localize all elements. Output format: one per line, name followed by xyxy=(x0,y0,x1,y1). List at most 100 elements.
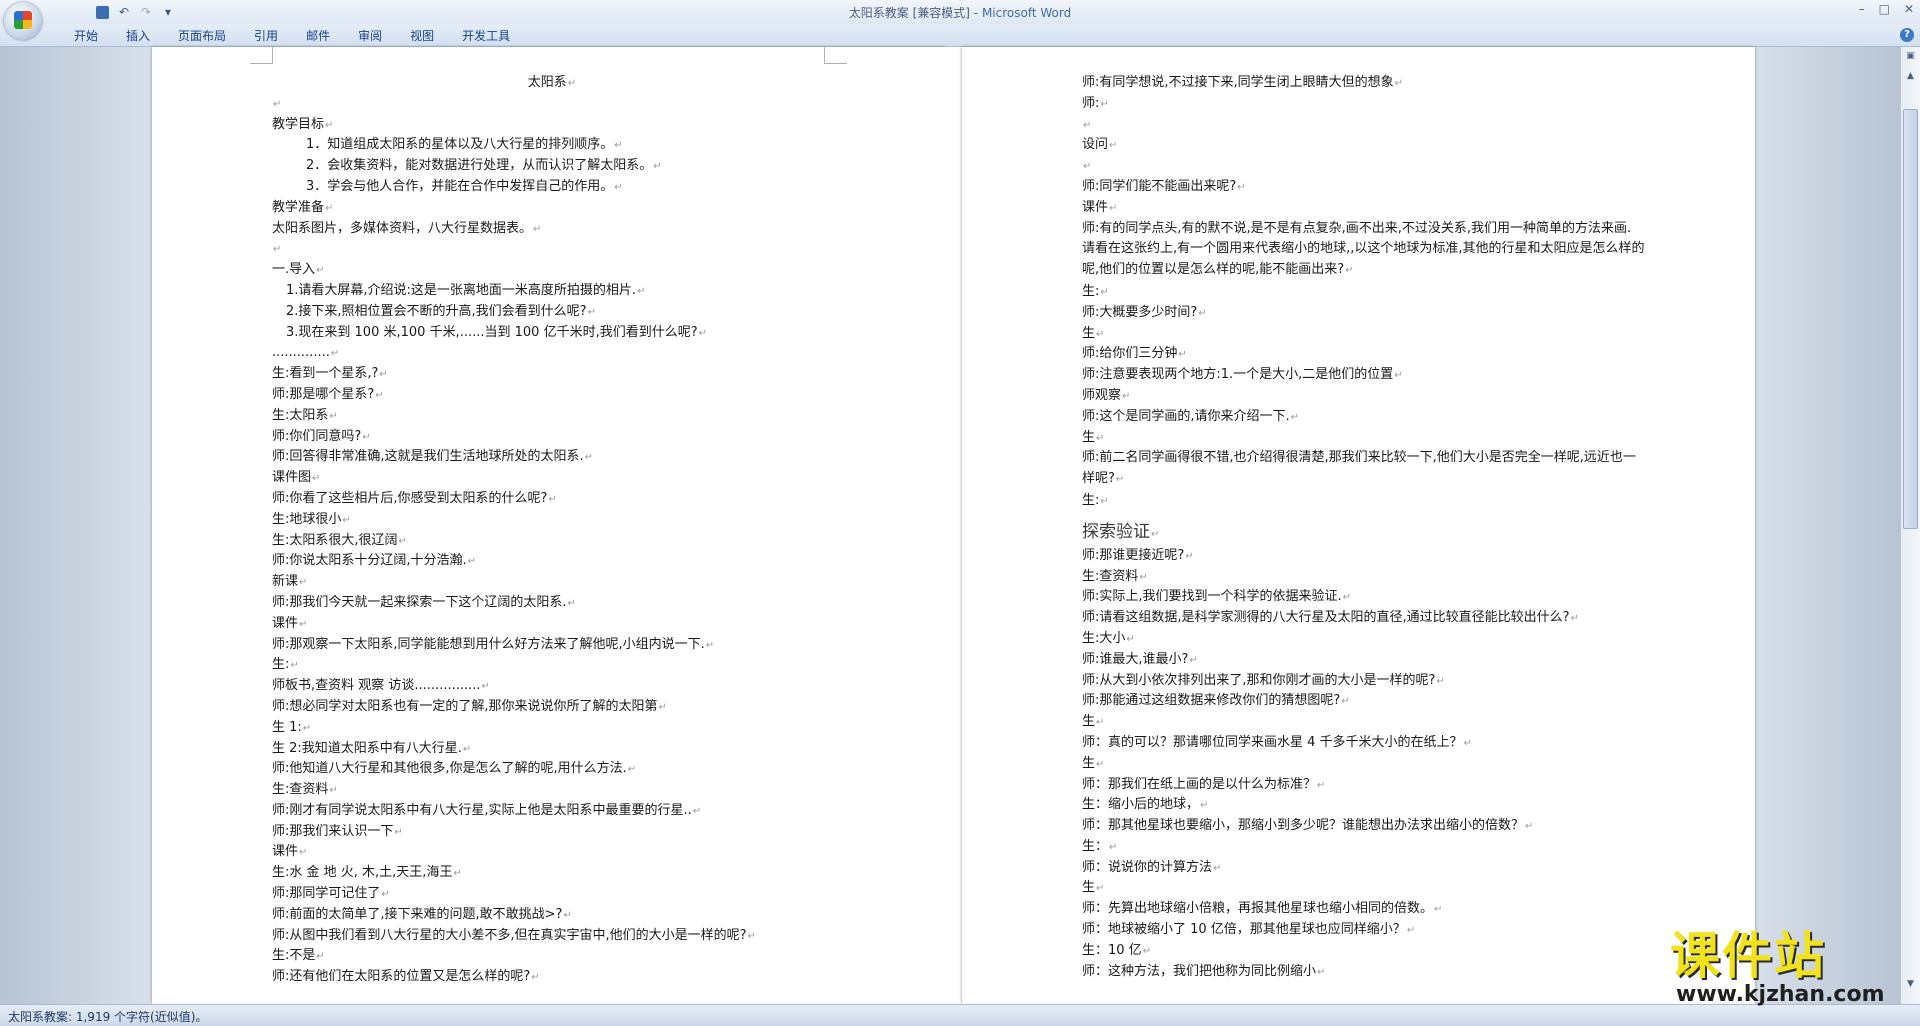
paragraph[interactable]: 师：那其他星球也要缩小，那缩小到多少呢？谁能想出办法求出缩小的倍数？↵ xyxy=(1082,816,1647,837)
paragraph[interactable]: 师：说说你的计算方法↵ xyxy=(1082,858,1647,879)
paragraph[interactable]: 师:他知道八大行星和其他很多,你是怎么了解的呢,用什么方法.↵ xyxy=(272,759,832,780)
paragraph[interactable]: 师：那我们在纸上画的是以什么为标准？↵ xyxy=(1082,775,1647,796)
paragraph[interactable]: 生:↵ xyxy=(272,655,832,676)
paragraph[interactable]: 2．会收集资料，能对数据进行处理，从而认识了解太阳系。↵ xyxy=(272,156,832,177)
paragraph[interactable]: 师:前面的太简单了,接下来难的问题,敢不敢挑战>?↵ xyxy=(272,905,832,926)
paragraph[interactable]: 生:↵ xyxy=(1082,282,1647,303)
paragraph[interactable]: 师:你说太阳系十分辽阔,十分浩瀚.↵ xyxy=(272,551,832,572)
paragraph[interactable]: 师:回答得非常准确,这就是我们生活地球所处的太阳系.↵ xyxy=(272,447,832,468)
paragraph[interactable]: 生↵ xyxy=(1082,712,1647,733)
paragraph[interactable]: 课件图↵ xyxy=(272,468,832,489)
paragraph[interactable]: 教学准备↵ xyxy=(272,198,832,219)
paragraph[interactable]: 师:你看了这些相片后,你感受到太阳系的什么呢?↵ xyxy=(272,489,832,510)
paragraph[interactable]: 一.导入↵ xyxy=(272,260,832,281)
tab-6[interactable]: 视图 xyxy=(396,28,448,44)
paragraph[interactable]: 生:地球很小↵ xyxy=(272,510,832,531)
paragraph[interactable]: 太阳系↵ xyxy=(272,73,832,94)
paragraph[interactable]: 师:有同学想说,不过接下来,同学生闭上眼睛大但的想象↵ xyxy=(1082,73,1647,94)
paragraph[interactable]: 师:那能通过这组数据来修改你们的猜想图呢?↵ xyxy=(1082,691,1647,712)
paragraph[interactable]: 课件↵ xyxy=(272,842,832,863)
tab-0[interactable]: 开始 xyxy=(60,28,112,44)
paragraph[interactable]: 师:那同学可记住了↵ xyxy=(272,884,832,905)
tab-4[interactable]: 邮件 xyxy=(292,28,344,44)
paragraph[interactable]: 生：缩小后的地球，↵ xyxy=(1082,795,1647,816)
paragraph[interactable]: 生:↵ xyxy=(1082,491,1647,512)
vertical-scrollbar[interactable]: ▣ ▲ ▼ xyxy=(1900,47,1920,1004)
page-1-text[interactable]: 太阳系↵ ↵ 教学目标↵ 1．知道组成太阳系的星体以及八大行星的排列顺序。↵ 2．会收集… xyxy=(272,73,832,988)
paragraph[interactable]: 师:↵ xyxy=(1082,94,1647,115)
paragraph[interactable]: 生:太阳系很大,很辽阔↵ xyxy=(272,531,832,552)
paragraph[interactable]: ↵ xyxy=(1082,156,1647,177)
paragraph[interactable]: 生↵ xyxy=(1082,754,1647,775)
close-button[interactable]: ✕ xyxy=(1904,2,1914,16)
paragraph[interactable]: 师:那观察一下太阳系,同学能能想到用什么好方法来了解他呢,小组内说一下.↵ xyxy=(272,635,832,656)
tab-3[interactable]: 引用 xyxy=(240,28,292,44)
paragraph[interactable]: 生:不是↵ xyxy=(272,946,832,967)
paragraph[interactable]: 师:谁最大,谁最小?↵ xyxy=(1082,650,1647,671)
paragraph[interactable]: 探索验证↵ xyxy=(1082,512,1647,546)
paragraph[interactable]: 生↵ xyxy=(1082,878,1647,899)
document-page-2[interactable]: 师:有同学想说,不过接下来,同学生闭上眼睛大但的想象↵ 师:↵ ↵ 设问↵ ↵ 师:同学们… xyxy=(962,47,1755,1004)
paragraph[interactable]: 3.现在来到 100 米,100 千米,......当到 100 亿千米时,我们… xyxy=(272,323,832,344)
paragraph[interactable]: 1．知道组成太阳系的星体以及八大行星的排列顺序。↵ xyxy=(272,135,832,156)
paragraph[interactable]: 师观察↵ xyxy=(1082,386,1647,407)
paragraph[interactable]: 生：10 亿↵ xyxy=(1082,941,1647,962)
paragraph[interactable]: 生:看到一个星系,?↵ xyxy=(272,364,832,385)
paragraph[interactable]: 生:水 金 地 火, 木,土,天王,海王↵ xyxy=(272,863,832,884)
paragraph[interactable]: 师:刚才有同学说太阳系中有八大行星,实际上他是太阳系中最重要的行星..↵ xyxy=(272,801,832,822)
paragraph[interactable]: 生↵ xyxy=(1082,324,1647,345)
paragraph[interactable]: 师:那我们来认识一下↵ xyxy=(272,822,832,843)
paragraph[interactable]: 生 2:我知道太阳系中有八大行星.↵ xyxy=(272,739,832,760)
paragraph[interactable]: 课件↵ xyxy=(1082,198,1647,219)
tab-2[interactable]: 页面布局 xyxy=(164,28,240,44)
paragraph[interactable]: 生:查资料↵ xyxy=(272,780,832,801)
paragraph[interactable]: 师：这种方法，我们把他称为同比例缩小↵ xyxy=(1082,962,1647,983)
maximize-button[interactable]: □ xyxy=(1879,2,1890,16)
paragraph[interactable]: 师:那我们今天就一起来探索一下这个辽阔的太阳系.↵ xyxy=(272,593,832,614)
paragraph[interactable]: 教学目标↵ xyxy=(272,115,832,136)
tab-7[interactable]: 开发工具 xyxy=(448,28,524,44)
minimize-button[interactable]: – xyxy=(1859,2,1865,16)
paragraph[interactable]: 太阳系图片，多媒体资料，八大行星数据表。↵ xyxy=(272,219,832,240)
paragraph[interactable]: 生:太阳系↵ xyxy=(272,406,832,427)
paragraph[interactable]: 师:还有他们在太阳系的位置又是怎么样的呢?↵ xyxy=(272,967,832,988)
paragraph[interactable]: 师:请看这组数据,是科学家测得的八大行星及太阳的直径,通过比较直径能比较出什么?… xyxy=(1082,608,1647,629)
paragraph[interactable]: 师:同学们能不能画出来呢?↵ xyxy=(1082,177,1647,198)
paragraph[interactable]: 师:那是哪个星系?↵ xyxy=(272,385,832,406)
paragraph[interactable]: ↵ xyxy=(272,239,832,260)
page-2-text[interactable]: 师:有同学想说,不过接下来,同学生闭上眼睛大但的想象↵ 师:↵ ↵ 设问↵ ↵ 师:同学们… xyxy=(1082,73,1647,982)
paragraph[interactable]: 师：先算出地球缩小倍粮，再报其他星球也缩小相同的倍数。↵ xyxy=(1082,899,1647,920)
paragraph[interactable]: ↵ xyxy=(1082,115,1647,136)
office-button[interactable] xyxy=(4,2,42,40)
paragraph[interactable]: 生↵ xyxy=(1082,428,1647,449)
tab-1[interactable]: 插入 xyxy=(112,28,164,44)
paragraph[interactable]: 师:这个是同学画的,请你来介绍一下.↵ xyxy=(1082,407,1647,428)
word-count-status[interactable]: 太阳系教案: 1,919 个字符(近似值)。 xyxy=(8,1008,207,1025)
paragraph[interactable]: 生 1:↵ xyxy=(272,718,832,739)
paragraph[interactable]: 3．学会与他人合作，并能在合作中发挥自己的作用。↵ xyxy=(272,177,832,198)
paragraph[interactable]: 师:前二名同学画得很不错,也介绍得很清楚,那我们来比较一下,他们大小是否完全一样… xyxy=(1082,448,1647,491)
paragraph[interactable]: 2.接下来,照相位置会不断的升高,我们会看到什么呢?↵ xyxy=(272,302,832,323)
paragraph[interactable]: 师：地球被缩小了 10 亿倍，那其他星球也应同样缩小？↵ xyxy=(1082,920,1647,941)
paragraph[interactable]: 师:那谁更接近呢?↵ xyxy=(1082,546,1647,567)
document-page-1[interactable]: 太阳系↵ ↵ 教学目标↵ 1．知道组成太阳系的星体以及八大行星的排列顺序。↵ 2．会收集… xyxy=(152,47,945,1004)
ruler-toggle-icon[interactable]: ▣ xyxy=(1903,49,1918,64)
paragraph[interactable]: 新课↵ xyxy=(272,572,832,593)
paragraph[interactable]: 师:注意要表现两个地方:1.一个是大小,二是他们的位置↵ xyxy=(1082,365,1647,386)
tab-5[interactable]: 审阅 xyxy=(344,28,396,44)
paragraph[interactable]: 师:从大到小依次排列出来了,那和你刚才画的大小是一样的呢?↵ xyxy=(1082,671,1647,692)
paragraph[interactable]: 生:查资料↵ xyxy=(1082,567,1647,588)
paragraph[interactable]: 设问↵ xyxy=(1082,135,1647,156)
paragraph[interactable]: 师:从图中我们看到八大行星的大小差不多,但在真实宇宙中,他们的大小是一样的呢?↵ xyxy=(272,926,832,947)
scrollbar-thumb[interactable] xyxy=(1903,109,1918,529)
paragraph[interactable]: 生：↵ xyxy=(1082,837,1647,858)
paragraph[interactable]: ↵ xyxy=(272,94,832,115)
paragraph[interactable]: 师:有的同学点头,有的默不说,是不是有点复杂,画不出来,不过没关系,我们用一种简… xyxy=(1082,219,1647,282)
paragraph[interactable]: 师:给你们三分钟↵ xyxy=(1082,344,1647,365)
paragraph[interactable]: 课件↵ xyxy=(272,614,832,635)
paragraph[interactable]: 1.请看大屏幕,介绍说:这是一张离地面一米高度所拍摄的相片.↵ xyxy=(272,281,832,302)
scroll-up-arrow-icon[interactable]: ▲ xyxy=(1903,69,1918,84)
paragraph[interactable]: 师：真的可以？那请哪位同学来画水星 4 千多千米大小的在纸上？↵ xyxy=(1082,733,1647,754)
paragraph[interactable]: ..............↵ xyxy=(272,343,832,364)
paragraph[interactable]: 师:你们同意吗?↵ xyxy=(272,427,832,448)
